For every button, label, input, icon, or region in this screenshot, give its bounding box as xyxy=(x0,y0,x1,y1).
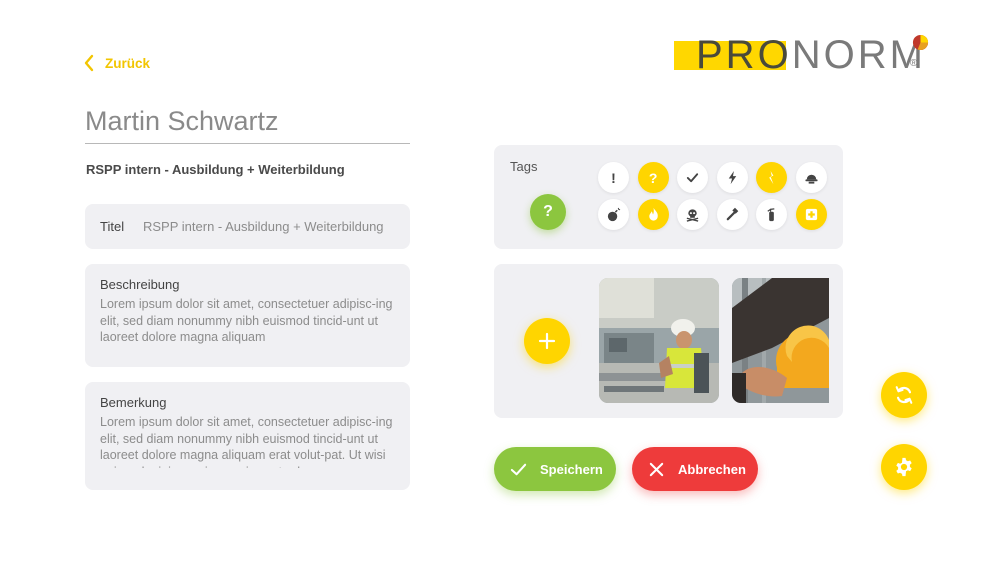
worker-in-factory-photo[interactable] xyxy=(599,278,719,403)
remark-label: Bemerkung xyxy=(100,395,167,410)
tags-label: Tags xyxy=(510,159,538,174)
skull-icon[interactable] xyxy=(677,199,709,230)
cancel-button[interactable]: Abbrechen xyxy=(632,447,758,491)
remark-text[interactable]: Lorem ipsum dolor sit amet, consectetuer… xyxy=(100,414,395,468)
fire-icon[interactable] xyxy=(637,199,669,230)
save-button[interactable]: Speichern xyxy=(494,447,616,491)
close-icon xyxy=(649,462,664,476)
hard-hat-icon[interactable] xyxy=(795,162,827,193)
save-label: Speichern xyxy=(540,461,603,477)
chevron-left-icon xyxy=(84,54,94,72)
settings-button[interactable] xyxy=(881,444,927,490)
title-label: Titel xyxy=(100,219,125,234)
electric-hazard-icon[interactable] xyxy=(756,162,788,193)
person-subtitle: RSPP intern - Ausbildung + Weiterbildung xyxy=(86,162,345,177)
pronorm-logo: PRONORM ® xyxy=(674,33,930,77)
title-field[interactable]: Titel RSPP intern - Ausbildung + Weiterb… xyxy=(85,204,410,249)
gear-icon xyxy=(896,457,912,477)
question-icon[interactable]: ? xyxy=(637,162,669,193)
back-link[interactable]: Zurück xyxy=(83,54,150,72)
plus-icon xyxy=(538,332,556,350)
bomb-icon[interactable] xyxy=(598,199,629,230)
first-aid-icon[interactable] xyxy=(795,199,827,230)
remark-field[interactable]: Bemerkung Lorem ipsum dolor sit amet, co… xyxy=(85,382,410,490)
logo-dot-icon xyxy=(912,34,929,51)
title-value[interactable]: RSPP intern - Ausbildung + Weiterbildung xyxy=(143,219,384,234)
hammer-icon[interactable] xyxy=(716,199,748,230)
description-text[interactable]: Lorem ipsum dolor sit amet, consectetuer… xyxy=(100,296,395,346)
person-name: Martin Schwartz xyxy=(85,106,410,144)
check-icon[interactable] xyxy=(677,162,709,193)
hard-hat-photo[interactable] xyxy=(732,278,829,403)
tag-grid: ! ? xyxy=(598,162,827,230)
description-label: Beschreibung xyxy=(100,277,180,292)
sync-button[interactable] xyxy=(881,372,927,418)
exclamation-icon[interactable]: ! xyxy=(598,162,629,193)
lightning-icon[interactable] xyxy=(716,162,748,193)
cancel-label: Abbrechen xyxy=(678,461,746,477)
add-media-button[interactable] xyxy=(524,318,570,364)
selected-tag-question-icon[interactable]: ? xyxy=(530,194,566,230)
fire-extinguisher-icon[interactable] xyxy=(756,199,788,230)
sync-icon xyxy=(895,386,913,404)
back-label: Zurück xyxy=(105,55,151,71)
logo-registered-mark: ® xyxy=(910,58,918,69)
logo-text: PRONORM xyxy=(696,33,926,77)
check-icon xyxy=(510,463,527,475)
description-field[interactable]: Beschreibung Lorem ipsum dolor sit amet,… xyxy=(85,264,410,367)
